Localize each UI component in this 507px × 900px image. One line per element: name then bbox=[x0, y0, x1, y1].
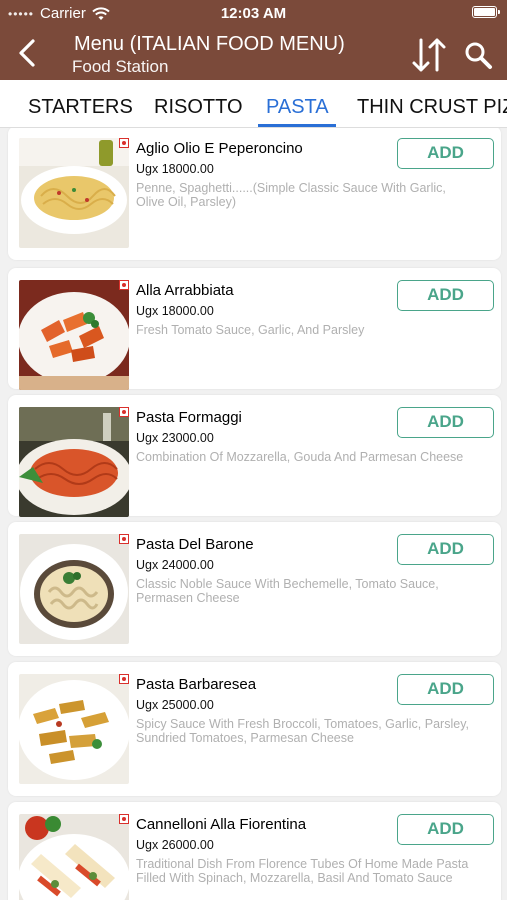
dish-price: Ugx 18000.00 bbox=[136, 304, 214, 318]
tab-thin-crust-pizza[interactable]: THIN CRUST PIZ bbox=[357, 96, 507, 119]
back-chevron-icon[interactable] bbox=[14, 38, 40, 68]
dish-description: Traditional Dish From Florence Tubes Of … bbox=[136, 857, 469, 885]
add-button[interactable]: ADD bbox=[397, 280, 494, 311]
menu-item-card[interactable]: Pasta Barbaresea Ugx 25000.00 Spicy Sauc… bbox=[8, 662, 501, 796]
battery-icon bbox=[472, 6, 500, 18]
dish-name: Pasta Barbaresea bbox=[136, 676, 257, 693]
add-button[interactable]: ADD bbox=[397, 138, 494, 169]
dish-name: Pasta Formaggi bbox=[136, 409, 242, 426]
dish-photo bbox=[19, 534, 129, 644]
active-tab-indicator bbox=[258, 124, 336, 127]
veg-indicator-icon bbox=[119, 534, 129, 544]
dish-name: Cannelloni Alla Fiorentina bbox=[136, 816, 307, 833]
dish-photo bbox=[19, 280, 129, 390]
page-subtitle: Food Station bbox=[72, 57, 169, 76]
category-tabs: STARTERS RISOTTO PASTA THIN CRUST PIZ bbox=[0, 80, 507, 128]
menu-item-card[interactable]: Pasta Del Barone Ugx 24000.00 Classic No… bbox=[8, 522, 501, 656]
sort-arrows-icon[interactable] bbox=[411, 36, 447, 74]
dish-price: Ugx 23000.00 bbox=[136, 431, 214, 445]
add-button[interactable]: ADD bbox=[397, 407, 494, 438]
search-icon[interactable] bbox=[463, 40, 493, 70]
menu-item-card[interactable]: Pasta Formaggi Ugx 23000.00 Combination … bbox=[8, 395, 501, 517]
dish-description: Spicy Sauce With Fresh Broccoli, Tomatoe… bbox=[136, 717, 469, 745]
add-button[interactable]: ADD bbox=[397, 814, 494, 845]
dish-description: Penne, Spaghetti......(Simple Classic Sa… bbox=[136, 181, 446, 209]
menu-item-list: Aglio Olio E Peperoncino Ugx 18000.00 Pe… bbox=[0, 128, 507, 900]
dish-name: Alla Arrabbiata bbox=[136, 282, 234, 299]
dish-price: Ugx 25000.00 bbox=[136, 698, 214, 712]
dish-photo bbox=[19, 407, 129, 517]
veg-indicator-icon bbox=[119, 407, 129, 417]
dish-photo bbox=[19, 138, 129, 248]
dish-price: Ugx 26000.00 bbox=[136, 838, 214, 852]
dish-description: Classic Noble Sauce With Bechemelle, Tom… bbox=[136, 577, 439, 605]
veg-indicator-icon bbox=[119, 280, 129, 290]
dish-photo bbox=[19, 814, 129, 900]
menu-item-card[interactable]: Aglio Olio E Peperoncino Ugx 18000.00 Pe… bbox=[8, 128, 501, 260]
dish-price: Ugx 18000.00 bbox=[136, 162, 214, 176]
dish-name: Aglio Olio E Peperoncino bbox=[136, 140, 303, 157]
add-button[interactable]: ADD bbox=[397, 674, 494, 705]
veg-indicator-icon bbox=[119, 138, 129, 148]
menu-item-card[interactable]: Cannelloni Alla Fiorentina Ugx 26000.00 … bbox=[8, 802, 501, 900]
veg-indicator-icon bbox=[119, 814, 129, 824]
dish-name: Pasta Del Barone bbox=[136, 536, 254, 553]
tab-risotto[interactable]: RISOTTO bbox=[154, 96, 243, 119]
app-header: ••••• Carrier 12:03 AM Menu (ITALIAN FOO… bbox=[0, 0, 507, 80]
tab-pasta[interactable]: PASTA bbox=[266, 96, 329, 119]
dish-description: Combination Of Mozzarella, Gouda And Par… bbox=[136, 450, 464, 464]
dish-description: Fresh Tomato Sauce, Garlic, And Parsley bbox=[136, 323, 365, 337]
clock: 12:03 AM bbox=[220, 5, 287, 22]
veg-indicator-icon bbox=[119, 674, 129, 684]
dish-price: Ugx 24000.00 bbox=[136, 558, 214, 572]
menu-item-card[interactable]: Alla Arrabbiata Ugx 18000.00 Fresh Tomat… bbox=[8, 268, 501, 390]
dish-photo bbox=[19, 674, 129, 784]
page-title: Menu (ITALIAN FOOD MENU) bbox=[74, 33, 345, 55]
status-bar: ••••• Carrier 12:03 AM bbox=[0, 0, 507, 26]
add-button[interactable]: ADD bbox=[397, 534, 494, 565]
tab-starters[interactable]: STARTERS bbox=[28, 96, 133, 119]
